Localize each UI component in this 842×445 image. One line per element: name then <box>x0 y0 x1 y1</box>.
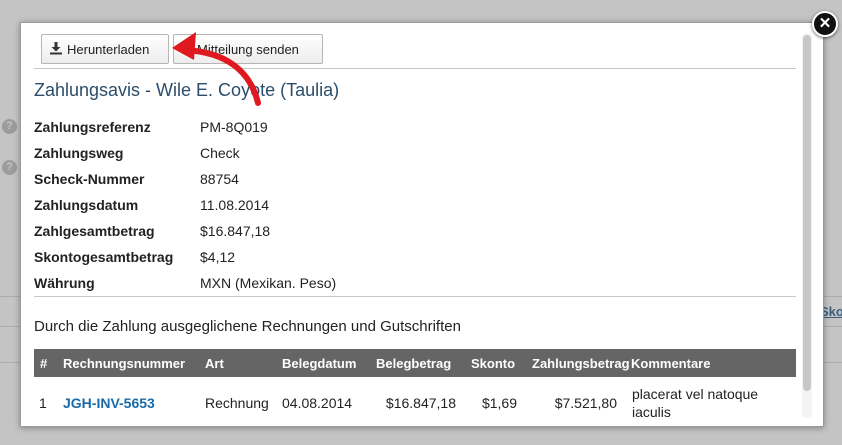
payment-advice-modal: Herunterladen Mitteilung senden Zahlungs… <box>20 22 824 427</box>
send-message-button-label: Mitteilung senden <box>197 42 299 57</box>
invoice-link[interactable]: JGH-INV-5653 <box>63 395 155 411</box>
detail-value: $16.847,18 <box>200 223 271 239</box>
send-icon <box>181 36 193 66</box>
detail-value: PM-8Q019 <box>200 119 268 135</box>
detail-value: 11.08.2014 <box>200 197 270 213</box>
payment-details: Zahlungsreferenz PM-8Q019 Zahlungsweg Ch… <box>34 115 794 297</box>
detail-value: 88754 <box>200 171 239 187</box>
detail-row: Scheck-Nummer 88754 <box>34 167 794 193</box>
table-header: # Rechnungsnummer Art Belegdatum Belegbe… <box>34 349 796 377</box>
detail-row: Zahlungsreferenz PM-8Q019 <box>34 115 794 141</box>
vertical-scrollbar[interactable] <box>802 33 812 418</box>
detail-value: $4,12 <box>200 249 236 265</box>
column-header: Rechnungsnummer <box>63 356 186 371</box>
detail-value: MXN (Mexikan. Peso) <box>200 275 337 291</box>
document-amount: $16.847,18 <box>385 395 456 411</box>
detail-row: Zahlungsweg Check <box>34 141 794 167</box>
help-icon: ? <box>2 160 17 175</box>
column-header: Kommentare <box>631 356 711 371</box>
column-header: Skonto <box>471 356 516 371</box>
column-header: Belegdatum <box>282 356 357 371</box>
table-row: 1 JGH-INV-5653 Rechnung 04.08.2014 $16.8… <box>34 377 796 426</box>
detail-label: Zahlungsweg <box>34 145 124 161</box>
detail-label: Währung <box>34 275 95 291</box>
row-number: 1 <box>39 395 47 411</box>
detail-label: Zahlgesamtbetrag <box>34 223 155 239</box>
detail-label: Scheck-Nummer <box>34 171 145 187</box>
document-date: 04.08.2014 <box>282 395 353 411</box>
column-header: Art <box>205 356 224 371</box>
download-icon <box>49 36 63 66</box>
document-type: Rechnung <box>205 395 269 411</box>
column-header: # <box>40 356 48 371</box>
scrollbar-thumb[interactable] <box>803 35 811 391</box>
download-button[interactable]: Herunterladen <box>41 34 169 64</box>
download-button-label: Herunterladen <box>67 42 150 57</box>
modal-toolbar: Herunterladen Mitteilung senden <box>34 34 796 69</box>
detail-row: Zahlungsdatum 11.08.2014 <box>34 193 794 219</box>
detail-label: Zahlungsreferenz <box>34 119 151 135</box>
section-title: Durch die Zahlung ausgeglichene Rechnung… <box>34 318 461 335</box>
section-divider <box>34 296 796 297</box>
column-header: Belegbetrag <box>376 356 452 371</box>
send-message-button[interactable]: Mitteilung senden <box>173 34 323 64</box>
detail-row: Zahlgesamtbetrag $16.847,18 <box>34 219 794 245</box>
help-icon: ? <box>2 119 17 134</box>
discount: $1,69 <box>481 395 517 411</box>
close-icon[interactable]: ✕ <box>812 11 838 37</box>
page-title: Zahlungsavis - Wile E. Coyote (Taulia) <box>34 80 340 100</box>
detail-label: Skontogesamtbetrag <box>34 249 174 265</box>
column-header: Zahlungsbetrag <box>532 356 630 371</box>
detail-row: Skontogesamtbetrag $4,12 <box>34 245 794 271</box>
comment: placerat vel natoque iaculis <box>632 386 759 420</box>
payment-amount: $7.521,80 <box>554 395 617 411</box>
detail-value: Check <box>200 145 240 161</box>
invoices-table: # Rechnungsnummer Art Belegdatum Belegbe… <box>34 349 796 426</box>
detail-label: Zahlungsdatum <box>34 197 139 213</box>
detail-row: Währung MXN (Mexikan. Peso) <box>34 271 794 297</box>
